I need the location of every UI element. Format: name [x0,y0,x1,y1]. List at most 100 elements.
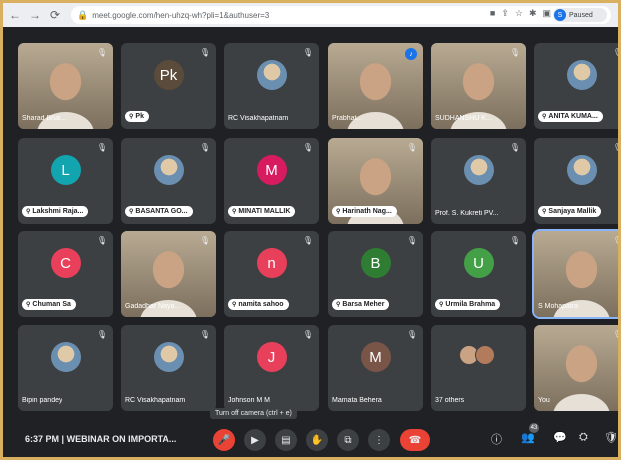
pin-icon[interactable]: ⚲ [336,209,340,215]
participant-name: Prabhat... [332,115,362,122]
mic-muted-icon: 🎙 [406,143,417,152]
participant-name: Prof. S. Kukreti PV... [435,210,499,217]
reload-icon[interactable]: ⟳ [47,7,63,23]
mic-muted-icon: 🎙 [199,48,210,57]
captions-button[interactable]: ▤ [275,429,297,451]
mic-muted-icon: 🎙 [302,236,313,245]
participant-tile[interactable]: 🎙 ⚲ ANITA KUMA... [534,43,618,129]
extension-icon[interactable]: ✱ [529,8,537,19]
avatar [50,342,81,372]
participant-name: Bipin pandey [22,397,62,404]
participant-name-text: Pk [135,113,144,120]
participant-name-text: Gadadhar Naya... [125,303,181,310]
participant-name: ⚲ Barsa Meher [332,299,390,310]
pin-icon[interactable]: ⚲ [232,209,236,215]
participant-name: S Mohapatra [538,303,578,310]
pin-icon[interactable]: ⚲ [129,114,133,120]
star-icon[interactable]: ☆ [515,8,523,19]
participant-tile[interactable]: 🎙 ⚲ Sanjaya Mallik [534,138,618,224]
participant-name: You [538,397,550,404]
tab-icon[interactable]: ▣ [542,8,551,19]
participant-name: Gadadhar Naya... [125,303,180,310]
participant-tile[interactable]: n 🎙 ⚲ namita sahoo [224,231,319,317]
pin-icon[interactable]: ⚲ [336,302,340,308]
participant-tile[interactable]: 🎙 Sharad Bhal... [18,43,113,129]
participant-tile[interactable]: 🎙 ⚲ BASANTA GO... [121,138,216,224]
raise-hand-button[interactable]: ✋ [306,429,328,451]
host-controls-button[interactable]: 🛡 [604,431,618,444]
participant-tile[interactable]: C 🎙 ⚲ Chuman Sa [18,231,113,317]
browser-toolbar: ← → ⟳ 🔒 meet.google.com/hen-uhzq-wh?pli=… [3,3,618,27]
pin-icon[interactable]: ⚲ [542,209,546,215]
mic-muted-icon: 🎙 [612,143,618,152]
participant-tile[interactable]: B 🎙 ⚲ Barsa Meher [328,231,423,317]
participant-name-text: 37 others [435,397,465,404]
participant-tile[interactable]: 🎙 Prof. S. Kukreti PV... [431,138,526,224]
activities-button[interactable]: ⛭ [579,431,588,444]
mic-muted-icon: 🎙 [96,330,107,339]
hand-icon: ✋ [310,434,324,446]
meeting-info: 6:37 PM | WEBINAR ON IMPORTA... [25,434,176,444]
share-icon[interactable]: ⇪ [501,8,509,19]
pin-icon[interactable]: ⚲ [542,114,546,120]
avatar: S [554,9,566,21]
participant-tile[interactable]: 🎙 Gadadhar Naya... [121,231,216,317]
participant-name: ⚲ Urmila Brahma [435,299,501,310]
more-options-button[interactable]: ⋮ [368,429,390,451]
participant-tile[interactable]: Pk 🎙 ⚲ Pk [121,43,216,129]
camera-permission-icon[interactable]: ■ [490,8,495,19]
participant-tile[interactable]: M 🎙 Mamata Behera [328,325,423,411]
present-icon: ⧉ [344,434,352,446]
meeting-details-button[interactable]: ⓘ [491,431,502,447]
participant-name: ⚲ namita sahoo [228,299,289,310]
participant-tile[interactable]: J 🎙 Johnson M M [224,325,319,411]
mic-muted-icon: 🎙 [96,236,107,245]
participant-tile[interactable]: L 🎙 ⚲ Lakshmi Raja... [18,138,113,224]
camera-toggle-button[interactable]: ▶ [244,429,266,451]
participant-tile[interactable]: 🎙 S Mohapatra [532,229,618,319]
participant-name-text: namita sahoo [238,301,284,308]
participant-tile[interactable]: 🎙 Bipin pandey [18,325,113,411]
pin-icon[interactable]: ⚲ [26,209,30,215]
participant-tile[interactable]: 37 others [431,325,526,411]
participant-tile[interactable]: 🎙 RC Visakhapatnam [121,325,216,411]
pin-icon[interactable]: ⚲ [232,302,236,308]
avatar [153,155,184,185]
profile-chip[interactable]: S Paused [553,8,607,22]
more-vert-icon: ⋮ [374,434,384,446]
address-bar[interactable]: 🔒 meet.google.com/hen-uhzq-wh?pli=1&auth… [71,6,611,24]
present-button[interactable]: ⧉ [337,429,359,451]
pin-icon[interactable]: ⚲ [26,302,30,308]
lock-icon: 🔒 [77,9,89,20]
participant-name: ⚲ Chuman Sa [22,299,76,310]
forward-icon[interactable]: → [27,7,43,23]
avatar [474,345,495,365]
participant-name-text: Barsa Meher [342,301,385,308]
back-icon[interactable]: ← [7,7,23,23]
participant-tile[interactable]: U 🎙 ⚲ Urmila Brahma [431,231,526,317]
chat-button[interactable]: 💬 [553,431,567,444]
participant-tile[interactable]: 🎙 RC Visakhapatnam [224,43,319,129]
mic-muted-icon: 🎙 [302,48,313,57]
avatar: Pk [153,60,184,90]
participant-name-text: BASANTA GO... [135,208,188,215]
participant-tile[interactable]: 🎙 You [534,325,618,411]
mic-muted-icon: 🎙 [96,143,107,152]
participant-tile[interactable]: 🎙 ⚲ Harinath Nag... [328,138,423,224]
leave-call-button[interactable]: ☎ [400,429,430,451]
participant-name-text: Lakshmi Raja... [32,208,84,215]
avatar [153,342,184,372]
avatar: M [360,342,391,372]
participant-tile[interactable]: 🎙 SUDHANSHU K... [431,43,526,129]
pin-icon[interactable]: ⚲ [439,302,443,308]
mic-toggle-button[interactable]: 🎤 [213,429,235,451]
participant-tile[interactable]: M 🎙 ⚲ MINATI MALLIK [224,138,319,224]
mic-muted-icon: 🎙 [509,143,520,152]
participant-name-text: RC Visakhapatnam [125,397,186,404]
avatar: L [50,155,81,185]
participant-tile[interactable]: ♪ Prabhat... [328,43,423,129]
participant-name: Sharad Bhal... [22,115,66,122]
pin-icon[interactable]: ⚲ [129,209,133,215]
participant-name-text: Chuman Sa [32,301,71,308]
camera-tooltip: Turn off camera (ctrl + e) [210,408,297,419]
